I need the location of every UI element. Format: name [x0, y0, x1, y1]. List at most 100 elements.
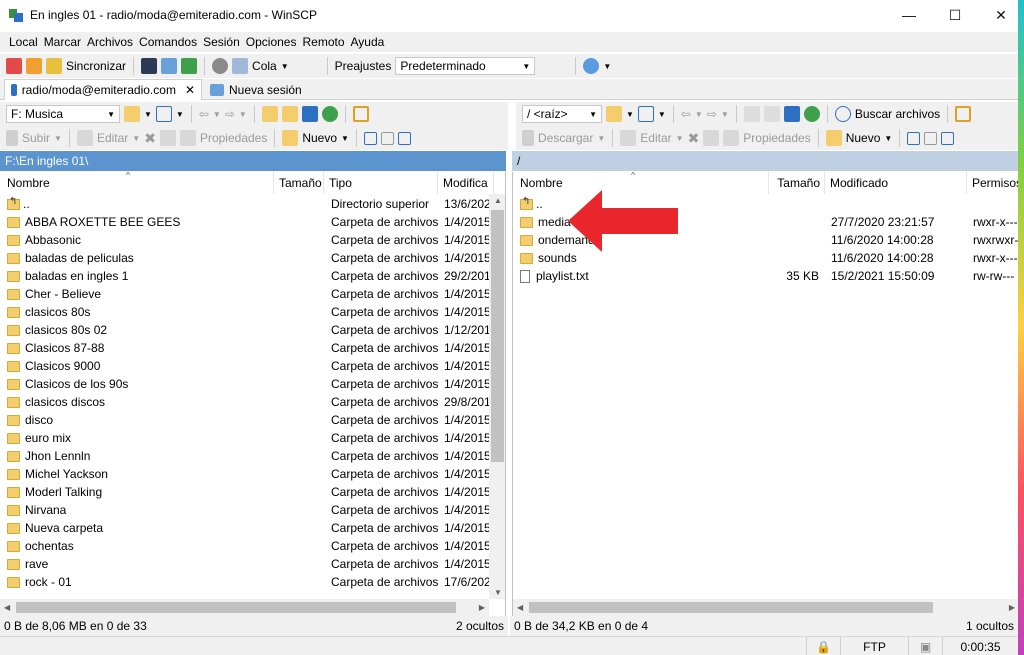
select-all-icon[interactable]: [907, 131, 921, 145]
menu-opciones[interactable]: Opciones: [243, 35, 300, 49]
chevron-down-icon[interactable]: ▼: [132, 134, 140, 143]
left-col-modified[interactable]: Modifica: [438, 172, 494, 194]
menu-ayuda[interactable]: Ayuda: [348, 35, 388, 49]
chevron-down-icon[interactable]: ▼: [603, 62, 611, 71]
right-col-modified[interactable]: Modificado: [825, 172, 967, 194]
table-row[interactable]: clasicos discos Carpeta de archivos 29/8/2…: [0, 393, 489, 411]
back-arrow-icon[interactable]: ⇦: [199, 107, 209, 121]
chevron-down-icon[interactable]: ▼: [341, 134, 349, 143]
new-folder-icon[interactable]: [825, 130, 842, 146]
scroll-down-icon[interactable]: ▼: [494, 588, 502, 597]
new-button[interactable]: Nuevo: [846, 131, 881, 145]
forward-arrow-icon[interactable]: ⇨: [225, 107, 235, 121]
refresh-icon[interactable]: [803, 106, 820, 122]
back-arrow-icon[interactable]: ⇦: [681, 107, 691, 121]
upload-icon[interactable]: [6, 130, 18, 146]
chevron-down-icon[interactable]: ▼: [721, 110, 729, 119]
chevron-down-icon[interactable]: ▼: [695, 110, 703, 119]
table-row[interactable]: ochentas Carpeta de archivos 1/4/2015: [0, 537, 489, 555]
gear-icon[interactable]: [212, 58, 229, 74]
putty-icon[interactable]: [161, 58, 178, 74]
table-row[interactable]: clasicos 80s Carpeta de archivos 1/4/2015: [0, 303, 489, 321]
right-hscroll-thumb[interactable]: [529, 602, 933, 613]
minimize-button[interactable]: —: [886, 0, 932, 30]
scroll-right-icon[interactable]: ▶: [1009, 603, 1015, 612]
root-dir-icon[interactable]: [763, 106, 780, 122]
properties-icon[interactable]: [723, 130, 740, 146]
table-row[interactable]: .. Directorio superior 13/6/202: [0, 195, 489, 213]
table-row[interactable]: Clasicos 9000 Carpeta de archivos 1/4/2015: [0, 357, 489, 375]
edit-button[interactable]: Editar: [97, 131, 128, 145]
menu-archivos[interactable]: Archivos: [84, 35, 136, 49]
table-row[interactable]: Moderl Talking Carpeta de archivos 1/4/201…: [0, 483, 489, 501]
left-horizontal-scrollbar[interactable]: ◀ ▶: [0, 599, 489, 616]
home-icon[interactable]: [783, 106, 800, 122]
table-row[interactable]: rave Carpeta de archivos 1/4/2015: [0, 555, 489, 573]
synchronize-icon[interactable]: [46, 58, 62, 74]
console-icon[interactable]: [141, 58, 158, 74]
left-vscroll-thumb[interactable]: [491, 210, 504, 462]
left-hscroll-thumb[interactable]: [16, 602, 456, 613]
menu-remoto[interactable]: Remoto: [299, 35, 347, 49]
compare-dirs-icon[interactable]: [6, 58, 22, 74]
new-folder-icon[interactable]: [282, 130, 299, 146]
menu-marcar[interactable]: Marcar: [41, 35, 84, 49]
tab-session[interactable]: radio/moda@emiteradio.com ✕: [4, 79, 202, 100]
table-row[interactable]: Michel Yackson Carpeta de archivos 1/4/201…: [0, 465, 489, 483]
table-row[interactable]: Clasicos de los 90s Carpeta de archivos 1/…: [0, 375, 489, 393]
tree-icon[interactable]: [955, 106, 972, 122]
right-drive-select[interactable]: / <raíz> ▼: [522, 105, 602, 123]
left-col-type[interactable]: Tipo: [324, 172, 438, 194]
forward-arrow-icon[interactable]: ⇨: [707, 107, 717, 121]
chevron-down-icon[interactable]: ▼: [597, 134, 605, 143]
chevron-down-icon[interactable]: ▼: [676, 134, 684, 143]
chevron-down-icon[interactable]: ▼: [626, 110, 634, 119]
find-files-button[interactable]: Buscar archivos: [855, 107, 940, 121]
chevron-down-icon[interactable]: ▼: [213, 110, 221, 119]
menu-sesion[interactable]: Sesión: [200, 35, 243, 49]
left-file-list[interactable]: Nombre Tamaño Tipo Modifica ^ .. Director…: [0, 172, 506, 616]
queue-icon[interactable]: [232, 58, 249, 74]
maximize-button[interactable]: ☐: [932, 0, 978, 30]
edit-button[interactable]: Editar: [640, 131, 671, 145]
filter-select-icon[interactable]: [941, 131, 955, 145]
parent-dir-icon[interactable]: [743, 106, 760, 122]
right-hidden-count[interactable]: 1 ocultos: [966, 619, 1014, 633]
properties-button[interactable]: Propiedades: [200, 131, 267, 145]
filter-select-icon[interactable]: [397, 131, 411, 145]
sync-browse-icon[interactable]: [26, 58, 42, 74]
edit-icon[interactable]: [620, 130, 637, 146]
menu-local[interactable]: Local: [6, 35, 41, 49]
scroll-up-icon[interactable]: ▲: [494, 196, 502, 205]
right-col-size[interactable]: Tamaño: [769, 172, 825, 194]
root-dir-icon[interactable]: [281, 106, 298, 122]
left-hidden-count[interactable]: 2 ocultos: [456, 619, 504, 633]
table-row[interactable]: clasicos 80s 02 Carpeta de archivos 1/12/2…: [0, 321, 489, 339]
right-path-bar[interactable]: /: [512, 151, 1018, 171]
chevron-down-icon[interactable]: ▼: [658, 110, 666, 119]
select-all-icon[interactable]: [363, 131, 377, 145]
transfer-settings-icon[interactable]: [583, 58, 600, 74]
scroll-right-icon[interactable]: ▶: [479, 603, 485, 612]
new-button[interactable]: Nuevo: [302, 131, 337, 145]
table-row[interactable]: Abbasonic Carpeta de archivos 1/4/2015: [0, 231, 489, 249]
unselect-icon[interactable]: [924, 131, 938, 145]
scroll-left-icon[interactable]: ◀: [4, 603, 10, 612]
delete-icon[interactable]: ✖: [688, 130, 700, 147]
filter-icon[interactable]: [155, 106, 172, 122]
table-row[interactable]: baladas en ingles 1 Carpeta de archivos 29…: [0, 267, 489, 285]
tab-new-session[interactable]: Nueva sesión: [204, 79, 308, 100]
download-icon[interactable]: [522, 130, 534, 146]
open-folder-icon[interactable]: [124, 106, 140, 122]
left-drive-select[interactable]: F: Musica ▼: [6, 105, 120, 123]
rename-icon[interactable]: [159, 130, 176, 146]
chevron-down-icon[interactable]: ▼: [144, 110, 152, 119]
table-row[interactable]: Jhon Lennln Carpeta de archivos 1/4/2015: [0, 447, 489, 465]
upload-button[interactable]: Subir: [22, 131, 50, 145]
queue-button[interactable]: Cola: [252, 59, 277, 73]
refresh-icon[interactable]: [321, 106, 338, 122]
left-col-size[interactable]: Tamaño: [274, 172, 324, 194]
open-folder-icon[interactable]: [606, 106, 622, 122]
chevron-down-icon[interactable]: ▼: [281, 62, 289, 71]
synchronize-button[interactable]: Sincronizar: [66, 59, 126, 73]
